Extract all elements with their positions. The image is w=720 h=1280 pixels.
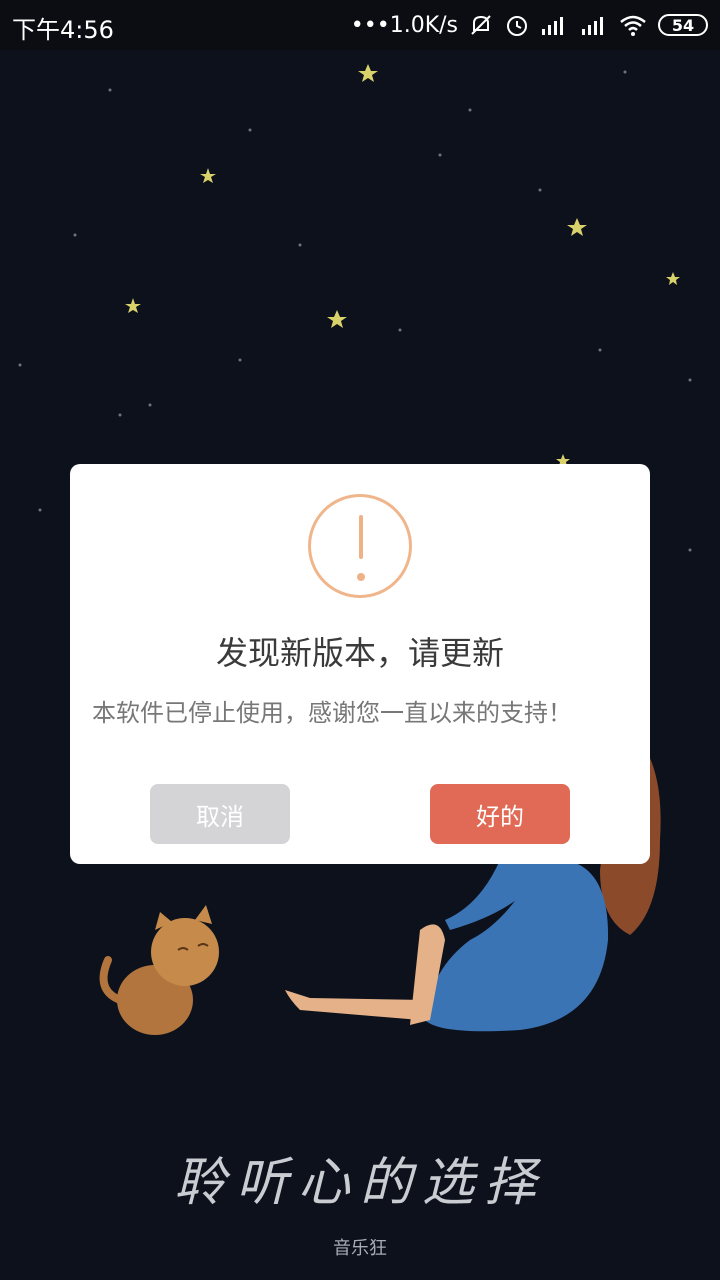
dialog-title: 发现新版本，请更新	[215, 634, 504, 672]
ok-button[interactable]: 好的	[430, 784, 570, 844]
dialog-message: 本软件已停止使用，感谢您一直以来的支持！	[92, 699, 572, 727]
update-dialog: 发现新版本，请更新 本软件已停止使用，感谢您一直以来的支持！ 取消 好的	[70, 464, 650, 864]
cancel-button[interactable]: 取消	[150, 784, 290, 844]
alert-circle-icon	[308, 494, 412, 598]
